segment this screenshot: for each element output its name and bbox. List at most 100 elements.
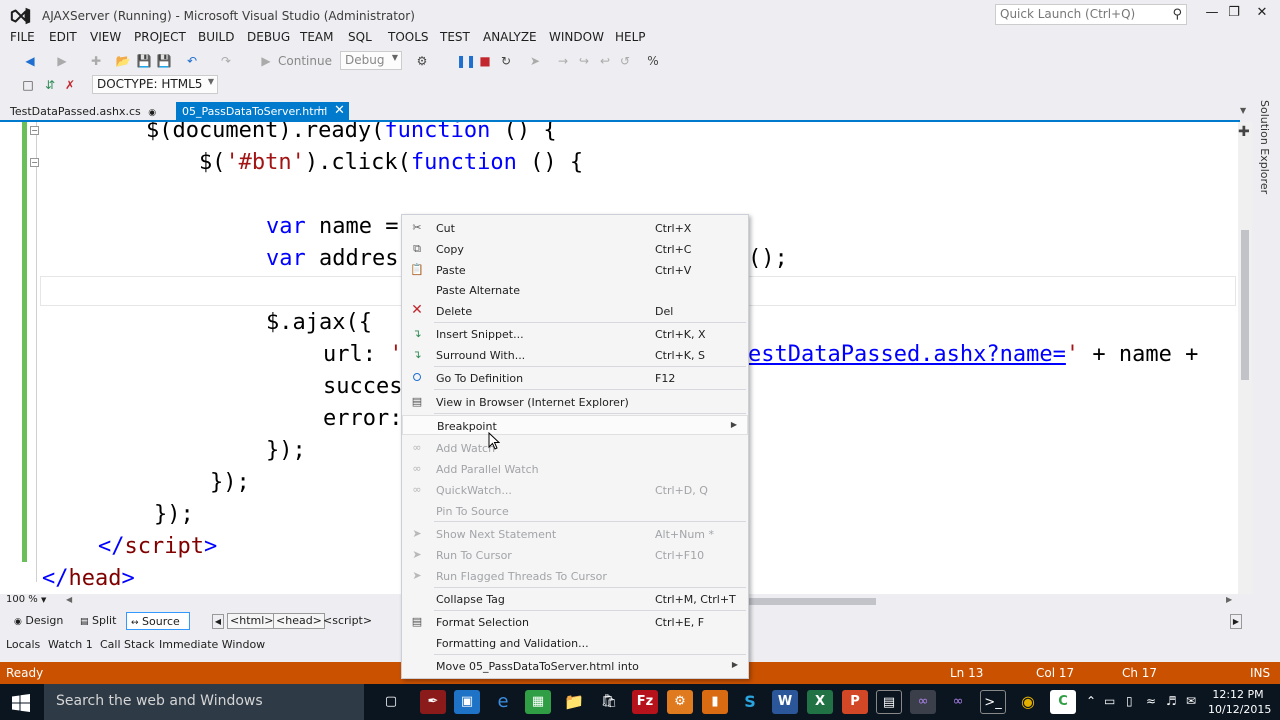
app-green-icon[interactable]: ▦ (525, 690, 551, 714)
menu-edit[interactable]: EDIT (49, 30, 77, 44)
quick-launch-input[interactable]: Quick Launch (Ctrl+Q) ⚲ (995, 4, 1187, 25)
edge-browser-icon[interactable]: e (490, 690, 516, 714)
menu-item-quickwatch[interactable]: ∞ QuickWatch... Ctrl+D, Q (402, 480, 748, 500)
menu-view[interactable]: VIEW (90, 30, 121, 44)
menu-analyze[interactable]: ANALYZE (483, 30, 537, 44)
visual-studio-active-icon[interactable]: ∞ (910, 690, 936, 714)
skype-icon[interactable]: S (737, 690, 763, 714)
continue-play-icon[interactable]: ▶ (258, 53, 274, 69)
battery-icon[interactable]: ▯ (1126, 694, 1133, 708)
minimize-button[interactable]: — (1200, 5, 1224, 25)
doctype-select[interactable]: DOCTYPE: HTML5 ▼ (92, 75, 218, 94)
menu-item-paste-alternate[interactable]: Paste Alternate (402, 280, 748, 300)
menu-help[interactable]: HELP (615, 30, 646, 44)
menu-item-add-parallel-watch[interactable]: ∞ Add Parallel Watch (402, 459, 748, 479)
break-all-pause-icon[interactable]: ❚❚ (456, 53, 476, 69)
collapse-toggle-icon[interactable]: − (30, 126, 39, 135)
menu-item-go-to-definition[interactable]: ⭘ Go To Definition F12 (402, 368, 748, 388)
task-view-icon[interactable]: ▢ (378, 690, 404, 714)
step-into-icon[interactable]: → (555, 53, 571, 69)
file-explorer-icon[interactable]: 📁 (561, 690, 587, 714)
menu-item-run-flagged-threads[interactable]: ➤ Run Flagged Threads To Cursor (402, 566, 748, 586)
menu-tools[interactable]: TOOLS (388, 30, 429, 44)
format-document-icon[interactable]: ⇵ (42, 77, 58, 93)
action-center-icon[interactable]: ▭ (1104, 694, 1115, 708)
menu-item-insert-snippet[interactable]: ↴ Insert Snippet... Ctrl+K, X (402, 324, 748, 344)
chrome-icon[interactable]: ◉ (1015, 690, 1041, 714)
continue-button[interactable]: Continue (278, 54, 332, 68)
menu-debug[interactable]: DEBUG (247, 30, 290, 44)
breadcrumb-forward-icon[interactable]: ▶ (1230, 614, 1242, 629)
source-view-button[interactable]: ↔ Source (126, 612, 190, 630)
scrollbar-thumb[interactable] (1241, 230, 1249, 380)
monitor-icon[interactable]: ▤ (876, 690, 902, 714)
tab-testdatapassed[interactable]: TestDataPassed.ashx.cs ◉ (4, 102, 162, 121)
scroll-left-icon[interactable]: ◀ (66, 595, 72, 604)
message-icon[interactable]: ✉ (1186, 694, 1196, 708)
save-icon[interactable]: 💾 (136, 53, 152, 69)
menu-item-formatting-validation[interactable]: Formatting and Validation... (402, 633, 748, 653)
check-accessibility-icon[interactable]: ✗ (62, 77, 78, 93)
word-icon[interactable]: W (772, 690, 798, 714)
menu-item-collapse-tag[interactable]: Collapse Tag Ctrl+M, Ctrl+T (402, 589, 748, 609)
menu-file[interactable]: FILE (10, 30, 35, 44)
close-button[interactable]: ✕ (1250, 5, 1274, 25)
step-over-icon[interactable]: ↪ (576, 53, 592, 69)
menu-item-surround-with[interactable]: ↴ Surround With... Ctrl+K, S (402, 345, 748, 365)
tab-watch-1[interactable]: Watch 1 (48, 638, 93, 651)
command-prompt-icon[interactable]: >_ (980, 690, 1006, 714)
solution-configuration-select[interactable]: Debug ▼ (340, 51, 402, 70)
scroll-right-icon[interactable]: ▶ (1226, 595, 1232, 604)
hex-display-icon[interactable]: % (645, 53, 661, 69)
tab-passdatatoserver[interactable]: 05_PassDataToServer.html ⊢ ✕ (176, 102, 349, 121)
show-hidden-icons-icon[interactable]: ⌃ (1086, 694, 1096, 708)
zoom-select[interactable]: 100 % ▼ (6, 594, 58, 608)
open-file-icon[interactable]: 📂 (115, 53, 131, 69)
redo-icon[interactable]: ↷ (218, 53, 234, 69)
collapse-toggle-icon[interactable]: − (30, 158, 39, 167)
breadcrumb-script[interactable]: <script> (320, 613, 375, 629)
undo-icon[interactable]: ↶ (184, 53, 200, 69)
menu-item-format-selection[interactable]: ▤ Format Selection Ctrl+E, F (402, 612, 748, 632)
powerpoint-icon[interactable]: P (842, 690, 868, 714)
menu-test[interactable]: TEST (440, 30, 470, 44)
close-tab-icon[interactable]: ✕ (334, 103, 345, 118)
menu-window[interactable]: WINDOW (549, 30, 604, 44)
step-back-icon[interactable]: ↺ (617, 53, 633, 69)
pin-icon[interactable]: ⊢ (318, 105, 327, 116)
tab-immediate-window[interactable]: Immediate Window (159, 638, 265, 651)
menu-item-pin-to-source[interactable]: Pin To Source (402, 501, 748, 521)
breadcrumb-head[interactable]: <head> (273, 613, 325, 629)
menu-project[interactable]: PROJECT (134, 30, 186, 44)
restart-icon[interactable]: ↻ (498, 53, 514, 69)
menu-item-run-to-cursor[interactable]: ➤ Run To Cursor Ctrl+F10 (402, 545, 748, 565)
design-view-button[interactable]: ◉ Design (10, 612, 67, 630)
app-pen-icon[interactable]: ✒ (420, 690, 446, 714)
menu-item-cut[interactable]: ✂ Cut Ctrl+X (402, 218, 748, 238)
menu-item-add-watch[interactable]: ∞ Add Watch (402, 438, 748, 458)
app-folder-icon[interactable]: ▮ (702, 690, 728, 714)
camtasia-icon[interactable]: C (1050, 690, 1076, 714)
save-all-icon[interactable]: 💾 (156, 53, 172, 69)
tab-locals[interactable]: Locals (6, 638, 40, 651)
app-orange-icon[interactable]: ⚙ (667, 690, 693, 714)
menu-team[interactable]: TEAM (300, 30, 333, 44)
tab-overflow-icon[interactable]: ▼ (1240, 106, 1246, 115)
excel-icon[interactable]: X (807, 690, 833, 714)
split-view-button[interactable]: ▤ Split (76, 612, 120, 630)
volume-icon[interactable]: ♬ (1166, 694, 1177, 708)
new-project-icon[interactable]: ✚ (88, 53, 104, 69)
show-next-statement-icon[interactable]: ➤ (527, 53, 543, 69)
menu-item-delete[interactable]: ✕ Delete Del (402, 301, 748, 321)
menu-item-move-into[interactable]: Move 05_PassDataToServer.html into ▶ (402, 656, 748, 676)
menu-item-paste[interactable]: 📋 Paste Ctrl+V (402, 260, 748, 280)
navigate-forward-icon[interactable]: ▶ (54, 53, 70, 69)
menu-item-copy[interactable]: ⧉ Copy Ctrl+C (402, 239, 748, 259)
app-window-icon[interactable]: ▣ (454, 690, 480, 714)
menu-item-show-next-statement[interactable]: ➤ Show Next Statement Alt+Num * (402, 524, 748, 544)
menu-sql[interactable]: SQL (348, 30, 372, 44)
vertical-scrollbar[interactable] (1238, 122, 1252, 594)
menu-item-view-in-browser[interactable]: ▤ View in Browser (Internet Explorer) (402, 392, 748, 412)
menu-build[interactable]: BUILD (198, 30, 234, 44)
document-icon[interactable]: □ (20, 77, 36, 93)
